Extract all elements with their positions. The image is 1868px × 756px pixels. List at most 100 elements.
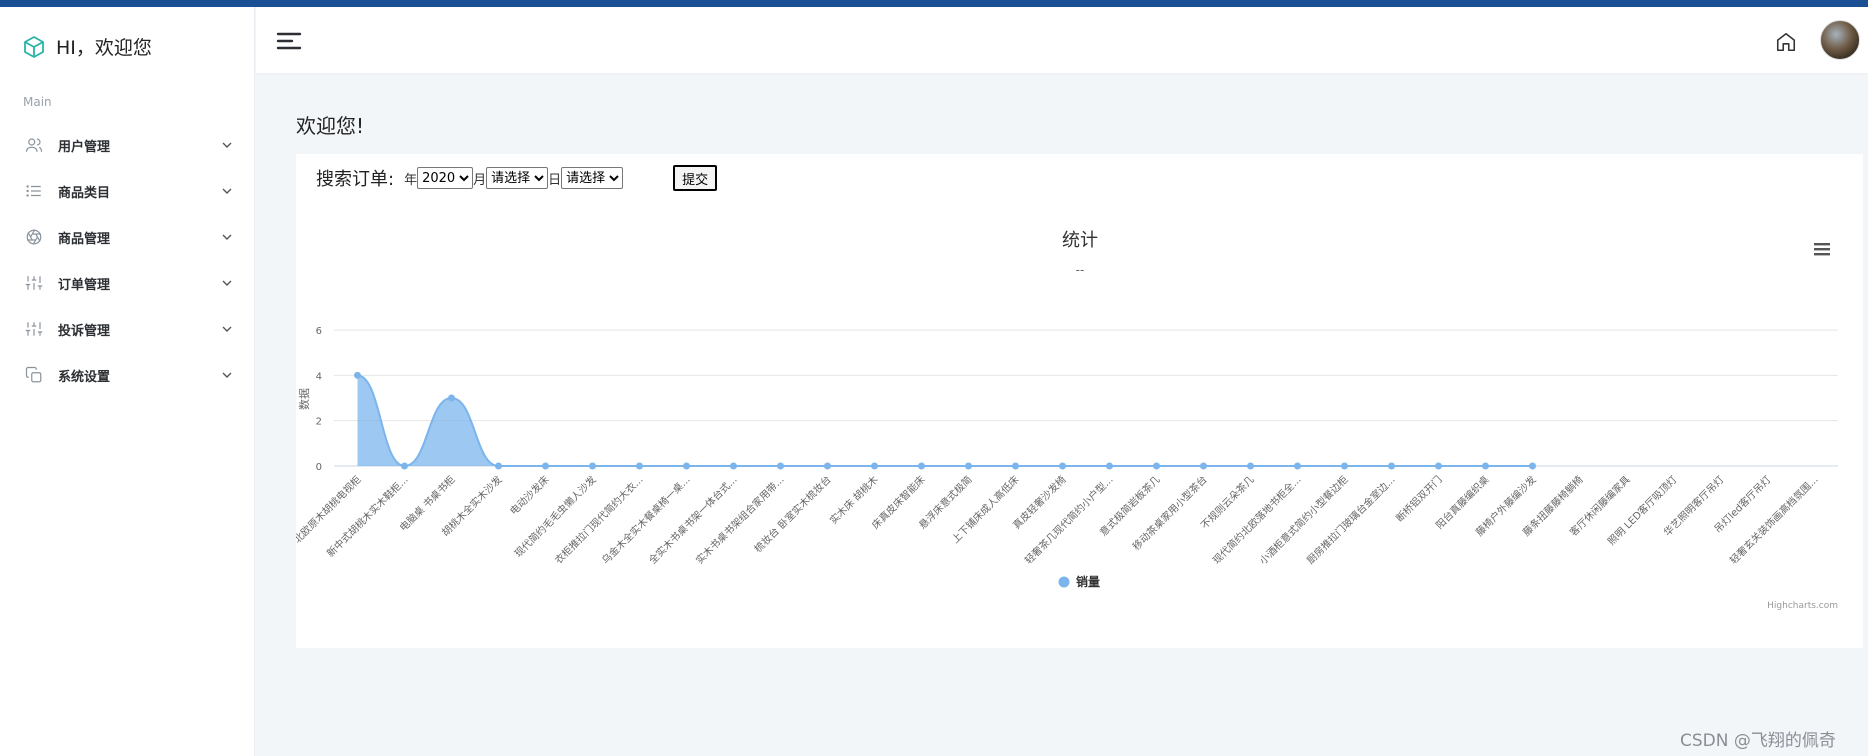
hamburger-icon[interactable] bbox=[276, 31, 302, 51]
y-axis-ticks: 0 2 4 6 bbox=[316, 326, 322, 473]
x-tick-label: 实木书桌书架组合家用带... bbox=[693, 473, 787, 567]
x-tick-label: 现代简约北欧落地书柜全... bbox=[1210, 473, 1304, 567]
x-tick-label: 断桥铝双开门 bbox=[1393, 473, 1445, 525]
chevron-down-icon bbox=[222, 326, 232, 332]
year-select[interactable]: 2020 bbox=[417, 167, 474, 189]
y-axis-label: 数据 bbox=[297, 388, 311, 410]
sidebar-item-label: 用户管理 bbox=[58, 139, 111, 155]
x-tick-label: 乌金木全实木餐桌椅一桌... bbox=[599, 473, 693, 567]
chart-subtitle: -- bbox=[1076, 263, 1085, 277]
sidebar-item-label: 订单管理 bbox=[58, 277, 111, 293]
month-unit-label: 月 bbox=[473, 172, 487, 188]
data-point[interactable] bbox=[1200, 462, 1207, 470]
data-point[interactable] bbox=[965, 462, 972, 470]
data-point[interactable] bbox=[777, 462, 784, 470]
data-point[interactable] bbox=[1106, 462, 1113, 470]
statistics-card: 搜索订单: 年 2020 月 请选择 日 请选择 提交 统计 -- 数据 0 2 4… bbox=[296, 154, 1863, 648]
chevron-down-icon bbox=[222, 372, 232, 378]
chevron-down-icon bbox=[222, 142, 232, 148]
chevron-down-icon bbox=[222, 188, 232, 194]
user-avatar[interactable] bbox=[1820, 20, 1860, 60]
x-tick-label: 厨房推拉门玻璃台金室边... bbox=[1304, 473, 1398, 567]
users-icon bbox=[24, 135, 44, 155]
top-header bbox=[256, 7, 1868, 73]
order-search-form: 搜索订单: 年 2020 月 请选择 日 请选择 提交 bbox=[316, 164, 718, 192]
data-point[interactable] bbox=[1341, 462, 1348, 470]
data-point[interactable] bbox=[542, 462, 549, 470]
data-point[interactable] bbox=[589, 462, 596, 470]
data-point[interactable] bbox=[918, 462, 925, 470]
chart-credits[interactable]: Highcharts.com bbox=[1767, 601, 1838, 611]
y-tick-label: 6 bbox=[316, 326, 322, 337]
copy-icon bbox=[24, 365, 44, 385]
y-tick-label: 4 bbox=[316, 371, 322, 382]
watermark: CSDN @飞翔的佩奇 bbox=[1680, 731, 1836, 751]
data-point[interactable] bbox=[1059, 462, 1066, 470]
data-point[interactable] bbox=[871, 462, 878, 470]
x-tick-label: 轻奢玄关装饰画高档氛围... bbox=[1727, 473, 1821, 567]
legend-label: 销量 bbox=[1076, 574, 1100, 589]
home-icon[interactable] bbox=[1775, 31, 1797, 53]
chart-title: 统计 bbox=[1062, 230, 1098, 251]
sales-area-chart: 统计 -- 数据 0 2 4 6 北欧原木胡桃电视柜新中式胡桃木实木鞋柜...电脑桌 … bbox=[296, 230, 1838, 611]
x-tick-label: 梳妆台 卧室实木梳妆台 bbox=[751, 473, 833, 555]
list-icon bbox=[24, 181, 44, 201]
data-point[interactable] bbox=[1153, 462, 1160, 470]
data-point[interactable] bbox=[1529, 462, 1536, 470]
x-tick-label: 电动沙发床 bbox=[507, 473, 552, 518]
data-point[interactable] bbox=[1294, 462, 1301, 470]
sliders-icon bbox=[24, 273, 44, 293]
data-point[interactable] bbox=[354, 371, 361, 379]
data-point[interactable] bbox=[636, 462, 643, 470]
x-tick-label: 实木床 胡桃木 bbox=[827, 473, 881, 527]
sidebar-item-order-management[interactable]: 订单管理 bbox=[0, 260, 255, 306]
month-select[interactable]: 请选择 bbox=[486, 167, 549, 189]
x-tick-label: 轻奢茶几现代简约小户型... bbox=[1022, 473, 1116, 567]
cube-logo-icon bbox=[24, 35, 44, 58]
data-point[interactable] bbox=[730, 462, 737, 470]
x-tick-label: 全实木书桌书架一体台式... bbox=[646, 473, 740, 567]
data-point[interactable] bbox=[1435, 462, 1442, 470]
data-point[interactable] bbox=[1247, 462, 1254, 470]
sidebar-item-product-management[interactable]: 商品管理 bbox=[0, 214, 255, 260]
data-point[interactable] bbox=[824, 462, 831, 470]
y-tick-label: 2 bbox=[316, 417, 322, 428]
data-point[interactable] bbox=[683, 462, 690, 470]
submit-button[interactable]: 提交 bbox=[673, 165, 718, 191]
sidebar-item-complaint-management[interactable]: 投诉管理 bbox=[0, 306, 255, 352]
sidebar-section-label: Main bbox=[23, 95, 52, 109]
page-title: 欢迎您! bbox=[296, 114, 365, 138]
sidebar-item-label: 系统设置 bbox=[58, 369, 111, 385]
data-point[interactable] bbox=[1482, 462, 1489, 470]
y-tick-label: 0 bbox=[316, 462, 322, 473]
chart-grid bbox=[334, 329, 1838, 467]
x-tick-label: 新中式胡桃木实木鞋柜... bbox=[324, 473, 411, 560]
sidebar-item-label: 投诉管理 bbox=[58, 323, 111, 339]
sidebar-item-product-category[interactable]: 商品类目 bbox=[0, 168, 255, 214]
x-tick-label: 衣柜推拉门现代简约大衣... bbox=[552, 473, 646, 567]
brand-title: HI，欢迎您 bbox=[56, 37, 152, 59]
data-point[interactable] bbox=[495, 462, 502, 470]
sliders-icon bbox=[24, 319, 44, 339]
data-point[interactable] bbox=[448, 394, 455, 402]
data-point[interactable] bbox=[1012, 462, 1019, 470]
sidebar-item-user-management[interactable]: 用户管理 bbox=[0, 122, 255, 168]
day-select[interactable]: 请选择 bbox=[561, 167, 624, 189]
year-unit-label: 年 bbox=[404, 172, 418, 188]
data-point[interactable] bbox=[1388, 462, 1395, 470]
x-tick-label: 小酒柜意式简约小型餐边柜 bbox=[1257, 473, 1351, 567]
sidebar-item-label: 商品类目 bbox=[58, 185, 111, 201]
data-point[interactable] bbox=[401, 462, 408, 470]
sidebar-item-label: 商品管理 bbox=[58, 231, 111, 247]
chevron-down-icon bbox=[222, 234, 232, 240]
sidebar-item-system-settings[interactable]: 系统设置 bbox=[0, 352, 255, 398]
sidebar-menu: 用户管理 商品类目 商品管理 订单管理 投诉管理 系统设置 bbox=[0, 122, 255, 398]
chevron-down-icon bbox=[222, 280, 232, 286]
brand[interactable]: HI，欢迎您 bbox=[22, 33, 152, 60]
legend-item[interactable]: 销量 bbox=[1058, 574, 1101, 589]
x-axis-ticks: 北欧原木胡桃电视柜新中式胡桃木实木鞋柜...电脑桌 书桌书柜胡桃木全实木沙发 电动… bbox=[296, 473, 1821, 567]
legend-marker bbox=[1058, 576, 1070, 588]
context-menu-icon[interactable] bbox=[1814, 243, 1830, 256]
x-tick-label: 现代简约毛毛虫懒人沙发 bbox=[512, 473, 599, 560]
day-unit-label: 日 bbox=[548, 172, 562, 188]
